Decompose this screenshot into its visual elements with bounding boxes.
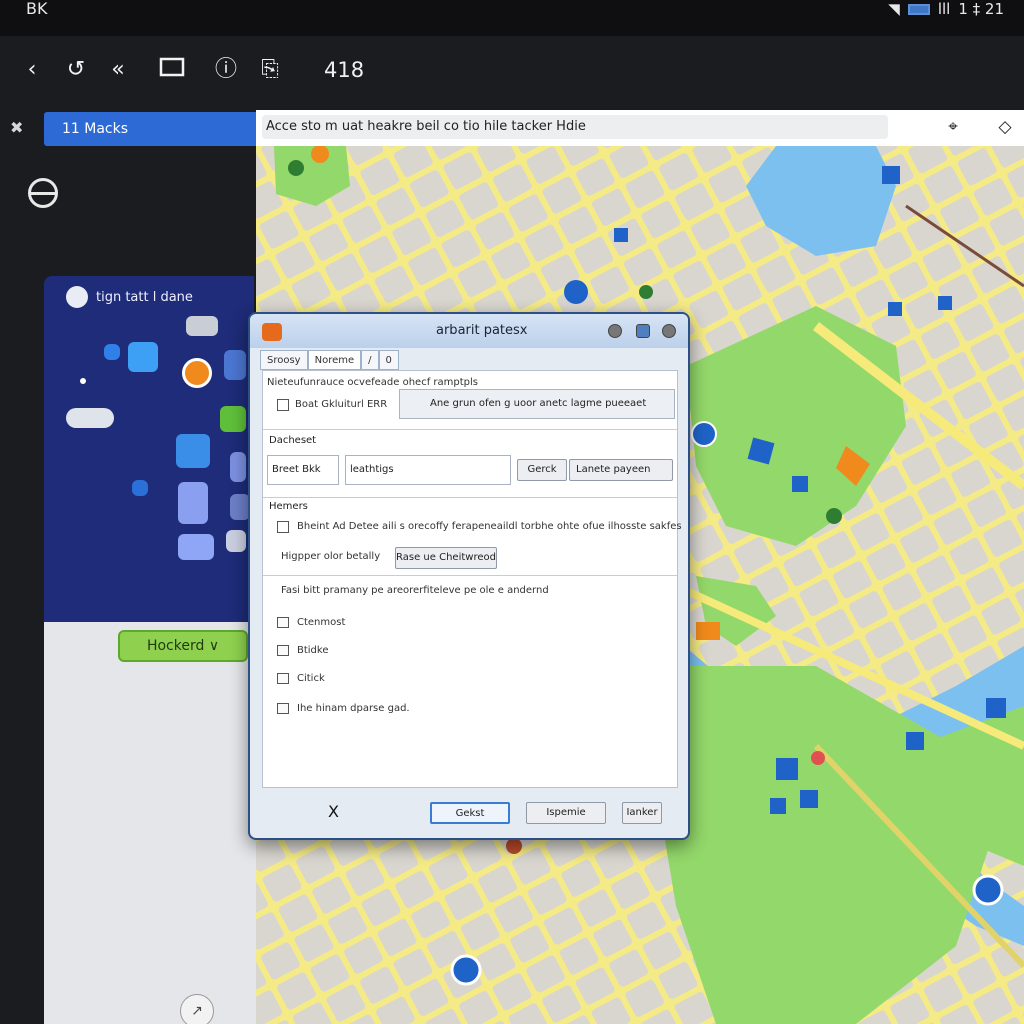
dot-indicator [80, 378, 86, 384]
app-icon[interactable] [176, 434, 210, 468]
left-sidebar: ✖ 11 Macks tign tatt l dane Hockerd ∨ ↗ [0, 110, 256, 1024]
dialog-body: Nieteufunrauce ocvefeade ohecf ramptpls … [262, 370, 682, 788]
status-time: 1 ‡ 21 [958, 0, 1004, 18]
list-item-icon [277, 617, 289, 628]
pill-chip[interactable] [66, 408, 114, 428]
app-icon[interactable] [230, 494, 250, 520]
app-logo-icon [262, 323, 282, 341]
section3-checkbox[interactable] [277, 521, 289, 533]
reload-icon[interactable]: ↺ [62, 56, 90, 84]
tab-sroosy[interactable]: Sroosy [260, 350, 308, 370]
info-icon[interactable]: ⓘ [212, 56, 240, 84]
app-icon[interactable] [182, 358, 212, 388]
app-icon[interactable] [178, 534, 214, 560]
row1-combo[interactable]: Ane grun ofen g uoor anetc lagme pueeaet [399, 389, 675, 419]
ianker-button[interactable]: Ianker [622, 802, 662, 824]
app-launcher-panel: tign tatt l dane [44, 276, 254, 622]
window-icon[interactable] [158, 56, 186, 84]
panel-title: tign tatt l dane [96, 289, 193, 305]
toolbar: ‹ ↺ « ⓘ ⎘ 418 [0, 36, 1024, 110]
section3-row3-text: Fasi bitt pramany pe areorerfiteleve pe … [281, 585, 549, 596]
section-hemers-label: Hemers [269, 501, 308, 512]
hockerd-dropdown[interactable]: Hockerd ∨ [118, 630, 248, 662]
globe-icon[interactable] [28, 178, 58, 208]
battery-icon [907, 3, 930, 15]
section2-combo[interactable]: Lanete payeen [569, 459, 673, 481]
status-bar: BK ◥ lll 1 ‡ 21 [0, 0, 1024, 36]
ispemie-button[interactable]: Ispemie [526, 802, 606, 824]
app-icon[interactable] [220, 406, 246, 432]
list-item[interactable]: Btidke [297, 645, 329, 656]
tab-slash[interactable]: / [361, 350, 379, 370]
app-icon[interactable] [226, 530, 246, 552]
chevron-down-icon: ∨ [208, 638, 220, 654]
tab-zero[interactable]: 0 [378, 350, 399, 370]
settings-dialog: arbarit patesx Sroosy Noreme / 0 Nieteuf… [248, 312, 690, 840]
avatar [66, 286, 88, 308]
list-item[interactable]: Citick [297, 673, 325, 684]
double-back-icon[interactable]: « [104, 56, 132, 84]
gerck-button[interactable]: Gerck [517, 459, 567, 481]
app-window: BK ◥ lll 1 ‡ 21 ‹ ↺ « ⓘ ⎘ 418 ✖ 11 Macks… [0, 0, 1024, 1024]
address-bar: Acce sto m uat heakre beil co tio hile t… [256, 110, 1024, 146]
panel-header: tign tatt l dane [66, 286, 193, 308]
minimize-icon[interactable] [608, 324, 622, 338]
app-icon[interactable] [132, 480, 148, 496]
location-pin-icon[interactable]: ⌖ [942, 116, 964, 138]
list-item-icon [277, 703, 289, 714]
wifi-icon: ◥ [888, 0, 900, 18]
list-item-icon [277, 673, 289, 684]
section3-row1-text: Bheint Ad Detee aili s orecoffy ferapene… [297, 521, 682, 532]
share-icon[interactable]: ⎘ [256, 56, 284, 84]
section2-input[interactable]: leathtigs [345, 455, 511, 485]
tab-noreme[interactable]: Noreme [307, 350, 362, 370]
compass-icon[interactable]: ↗ [180, 994, 214, 1024]
back-icon[interactable]: ‹ [18, 56, 46, 84]
dialog-titlebar: arbarit patesx [250, 314, 688, 348]
tools-icon[interactable]: ✖ [10, 118, 23, 137]
row1-header: Nieteufunrauce ocvefeade ohecf ramptpls [267, 377, 478, 388]
list-item-icon [277, 645, 289, 656]
list-item[interactable]: Ctenmost [297, 617, 345, 628]
sidebar-lower-panel [44, 622, 256, 1024]
section2-field-label: Breet Bkk [267, 455, 339, 485]
section3-row2-label: Higpper olor betally [281, 551, 381, 562]
row1-combo-value: Ane grun ofen g uoor anetc lagme pueeaet [430, 398, 647, 409]
toolbar-counter: 418 [324, 58, 365, 82]
section2-combo-value: Lanete payeen [576, 464, 651, 475]
ok-button[interactable]: Gekst [430, 802, 510, 824]
dialog-dismiss-icon[interactable]: X [328, 802, 339, 821]
list-item[interactable]: Ihe hinam dparse gad. [297, 703, 410, 714]
app-icon[interactable] [230, 452, 246, 482]
app-icon[interactable] [224, 350, 246, 380]
toggle-chip[interactable] [186, 316, 218, 336]
row1-checkbox[interactable] [277, 399, 289, 411]
status-carrier-text: BK [26, 0, 48, 18]
app-icon[interactable] [104, 344, 120, 360]
app-icon[interactable] [128, 342, 158, 372]
close-icon[interactable] [662, 324, 676, 338]
divider [263, 497, 677, 498]
tab-macks[interactable]: 11 Macks [44, 112, 256, 146]
signal-bars-icon: lll [937, 0, 951, 18]
row1-checkbox-label: Boat Gkluiturl ERR [295, 399, 388, 410]
divider [263, 429, 677, 430]
app-icon[interactable] [178, 482, 208, 524]
navigate-icon[interactable]: ◇ [994, 116, 1016, 138]
dialog-tabs: Sroosy Noreme / 0 [260, 350, 399, 370]
divider [263, 575, 677, 576]
maximize-icon[interactable] [636, 324, 650, 338]
section3-row2-button[interactable]: Rase ue Cheitwreod [395, 547, 497, 569]
section-dacheset-label: Dacheset [269, 435, 317, 446]
dropdown-label: Hockerd [146, 638, 205, 654]
dialog-title: arbarit patesx [436, 323, 528, 338]
status-right-group: ◥ lll 1 ‡ 21 [888, 0, 1004, 18]
address-input[interactable]: Acce sto m uat heakre beil co tio hile t… [262, 115, 888, 139]
